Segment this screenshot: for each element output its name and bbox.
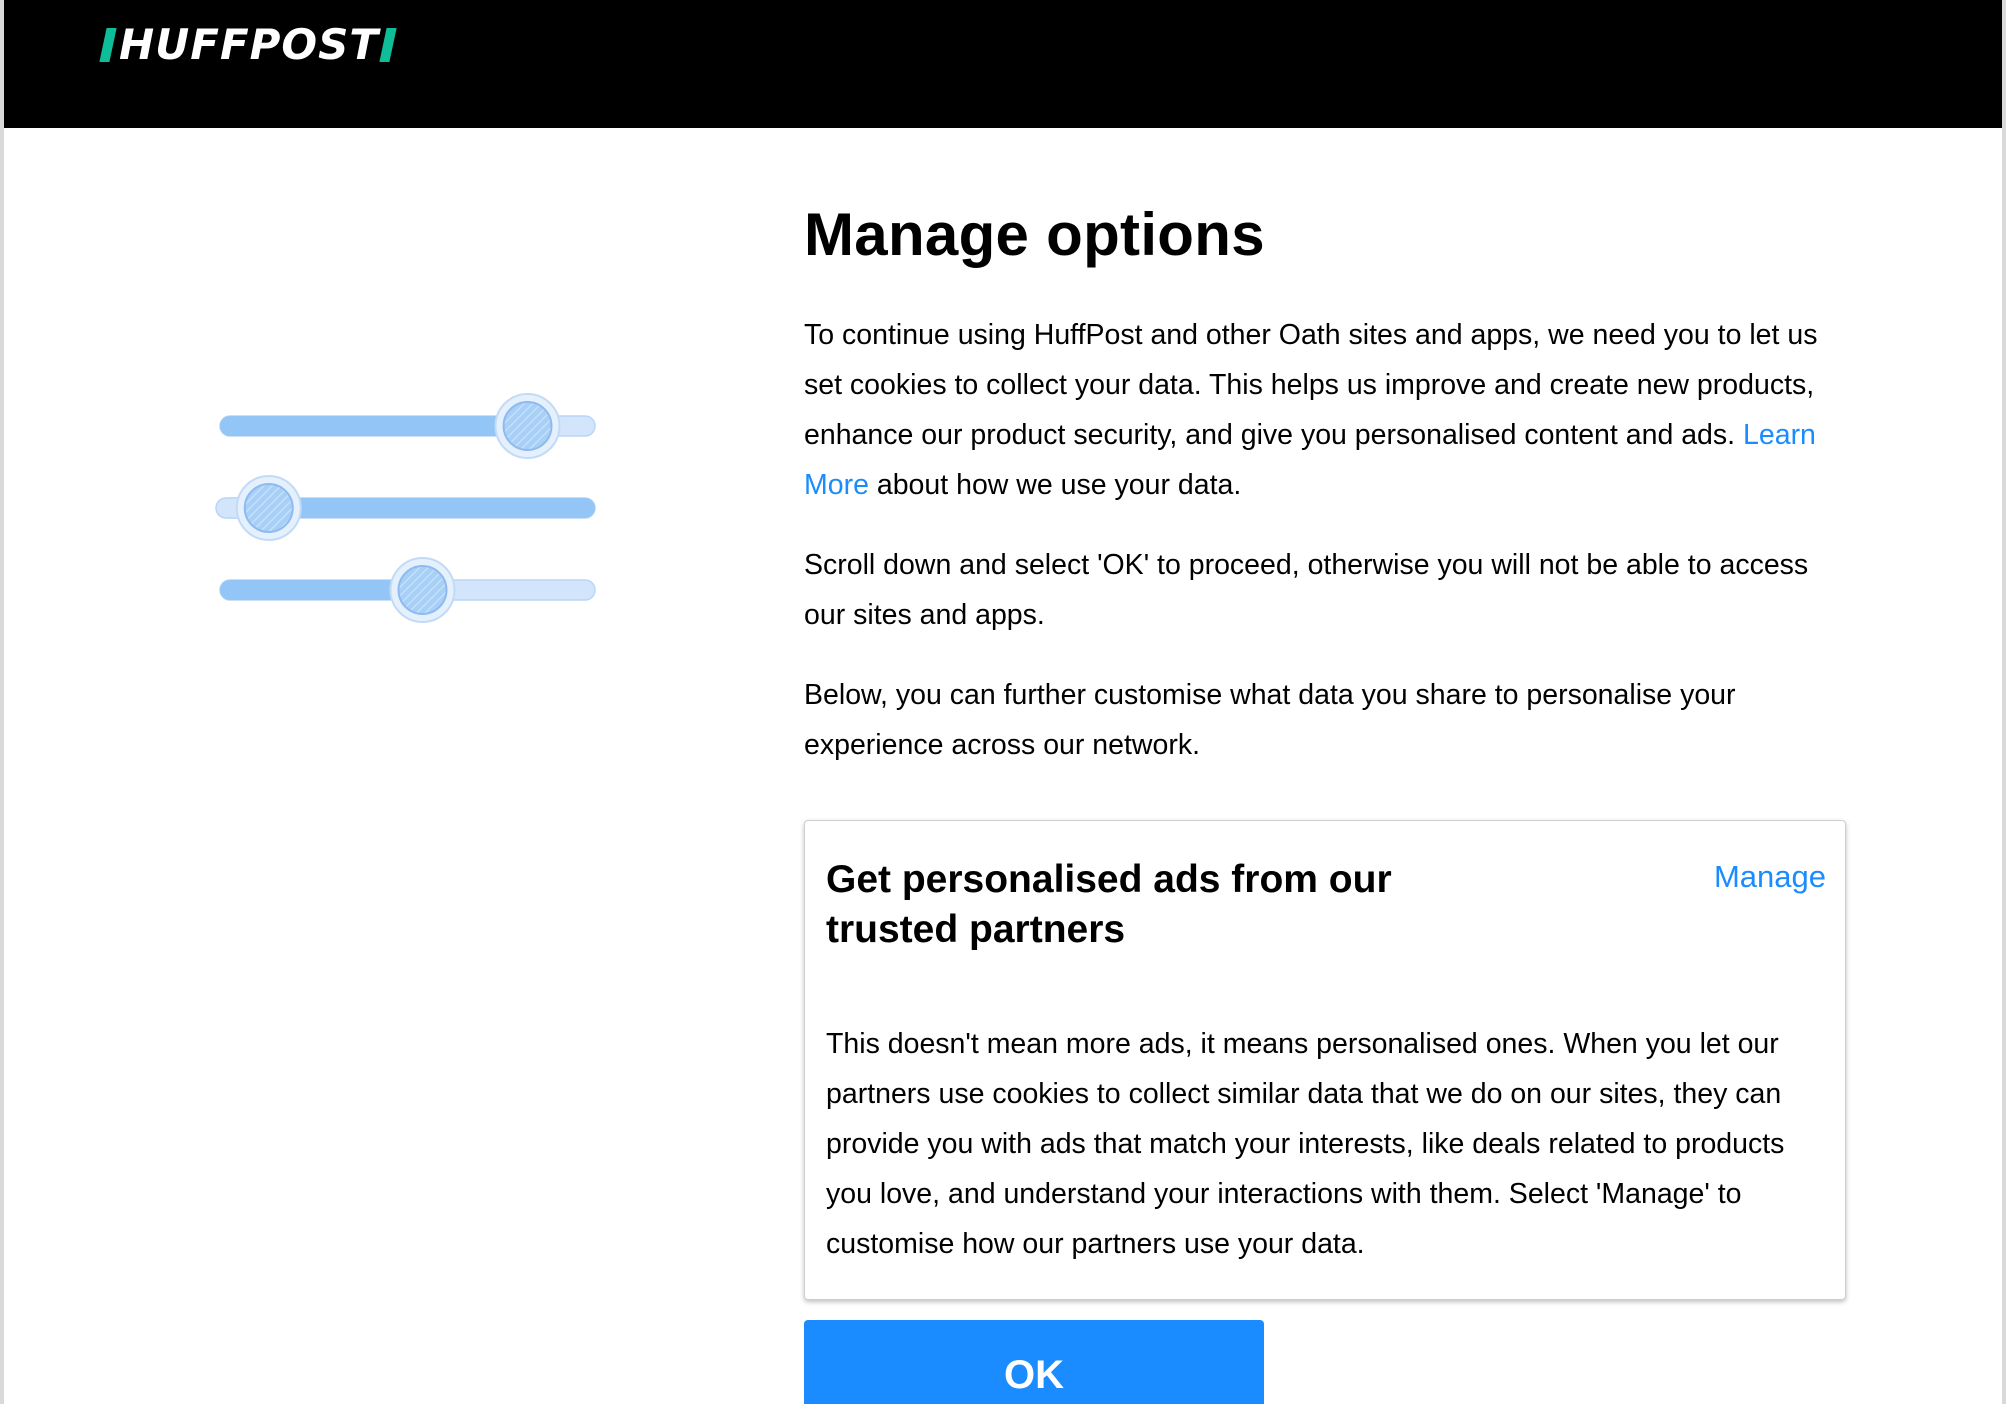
intro-text: To continue using HuffPost and other Oat… <box>804 319 1818 451</box>
intro-text-after-link: about how we use your data. <box>876 469 1242 501</box>
card-title: Get personalised ads from our trusted pa… <box>826 858 1392 951</box>
sliders-icon <box>215 393 596 623</box>
ok-button-label: OK <box>1004 1353 1064 1397</box>
page: HUFFPOST Manage options To continue usin… <box>4 0 2002 1404</box>
customise-paragraph: Below, you can further customise what da… <box>804 679 1736 761</box>
logo-accent-right <box>379 28 397 62</box>
top-bar: HUFFPOST <box>4 0 2002 128</box>
card-body: This doesn't mean more ads, it means per… <box>826 1028 1785 1260</box>
manage-options-content: Manage options To continue using HuffPos… <box>804 190 1849 770</box>
slider-fill <box>268 498 595 518</box>
slider-knob <box>502 401 553 451</box>
huffpost-logo[interactable]: HUFFPOST <box>99 20 397 69</box>
intro-paragraph: To continue using HuffPost and other Oat… <box>804 310 1849 510</box>
ok-button[interactable]: OK <box>804 1320 1264 1404</box>
slider-knob <box>397 565 448 615</box>
personalised-ads-card: Get personalised ads from our trusted pa… <box>804 820 1846 1300</box>
proceed-paragraph: Scroll down and select 'OK' to proceed, … <box>804 549 1809 631</box>
slider-fill <box>220 416 528 436</box>
page-title: Manage options <box>804 201 1265 268</box>
logo-text: HUFFPOST <box>119 20 380 69</box>
sliders-illustration <box>210 386 606 626</box>
logo-accent-left <box>99 28 117 62</box>
slider-knob <box>243 483 294 533</box>
manage-link[interactable]: Manage <box>1714 857 1826 897</box>
